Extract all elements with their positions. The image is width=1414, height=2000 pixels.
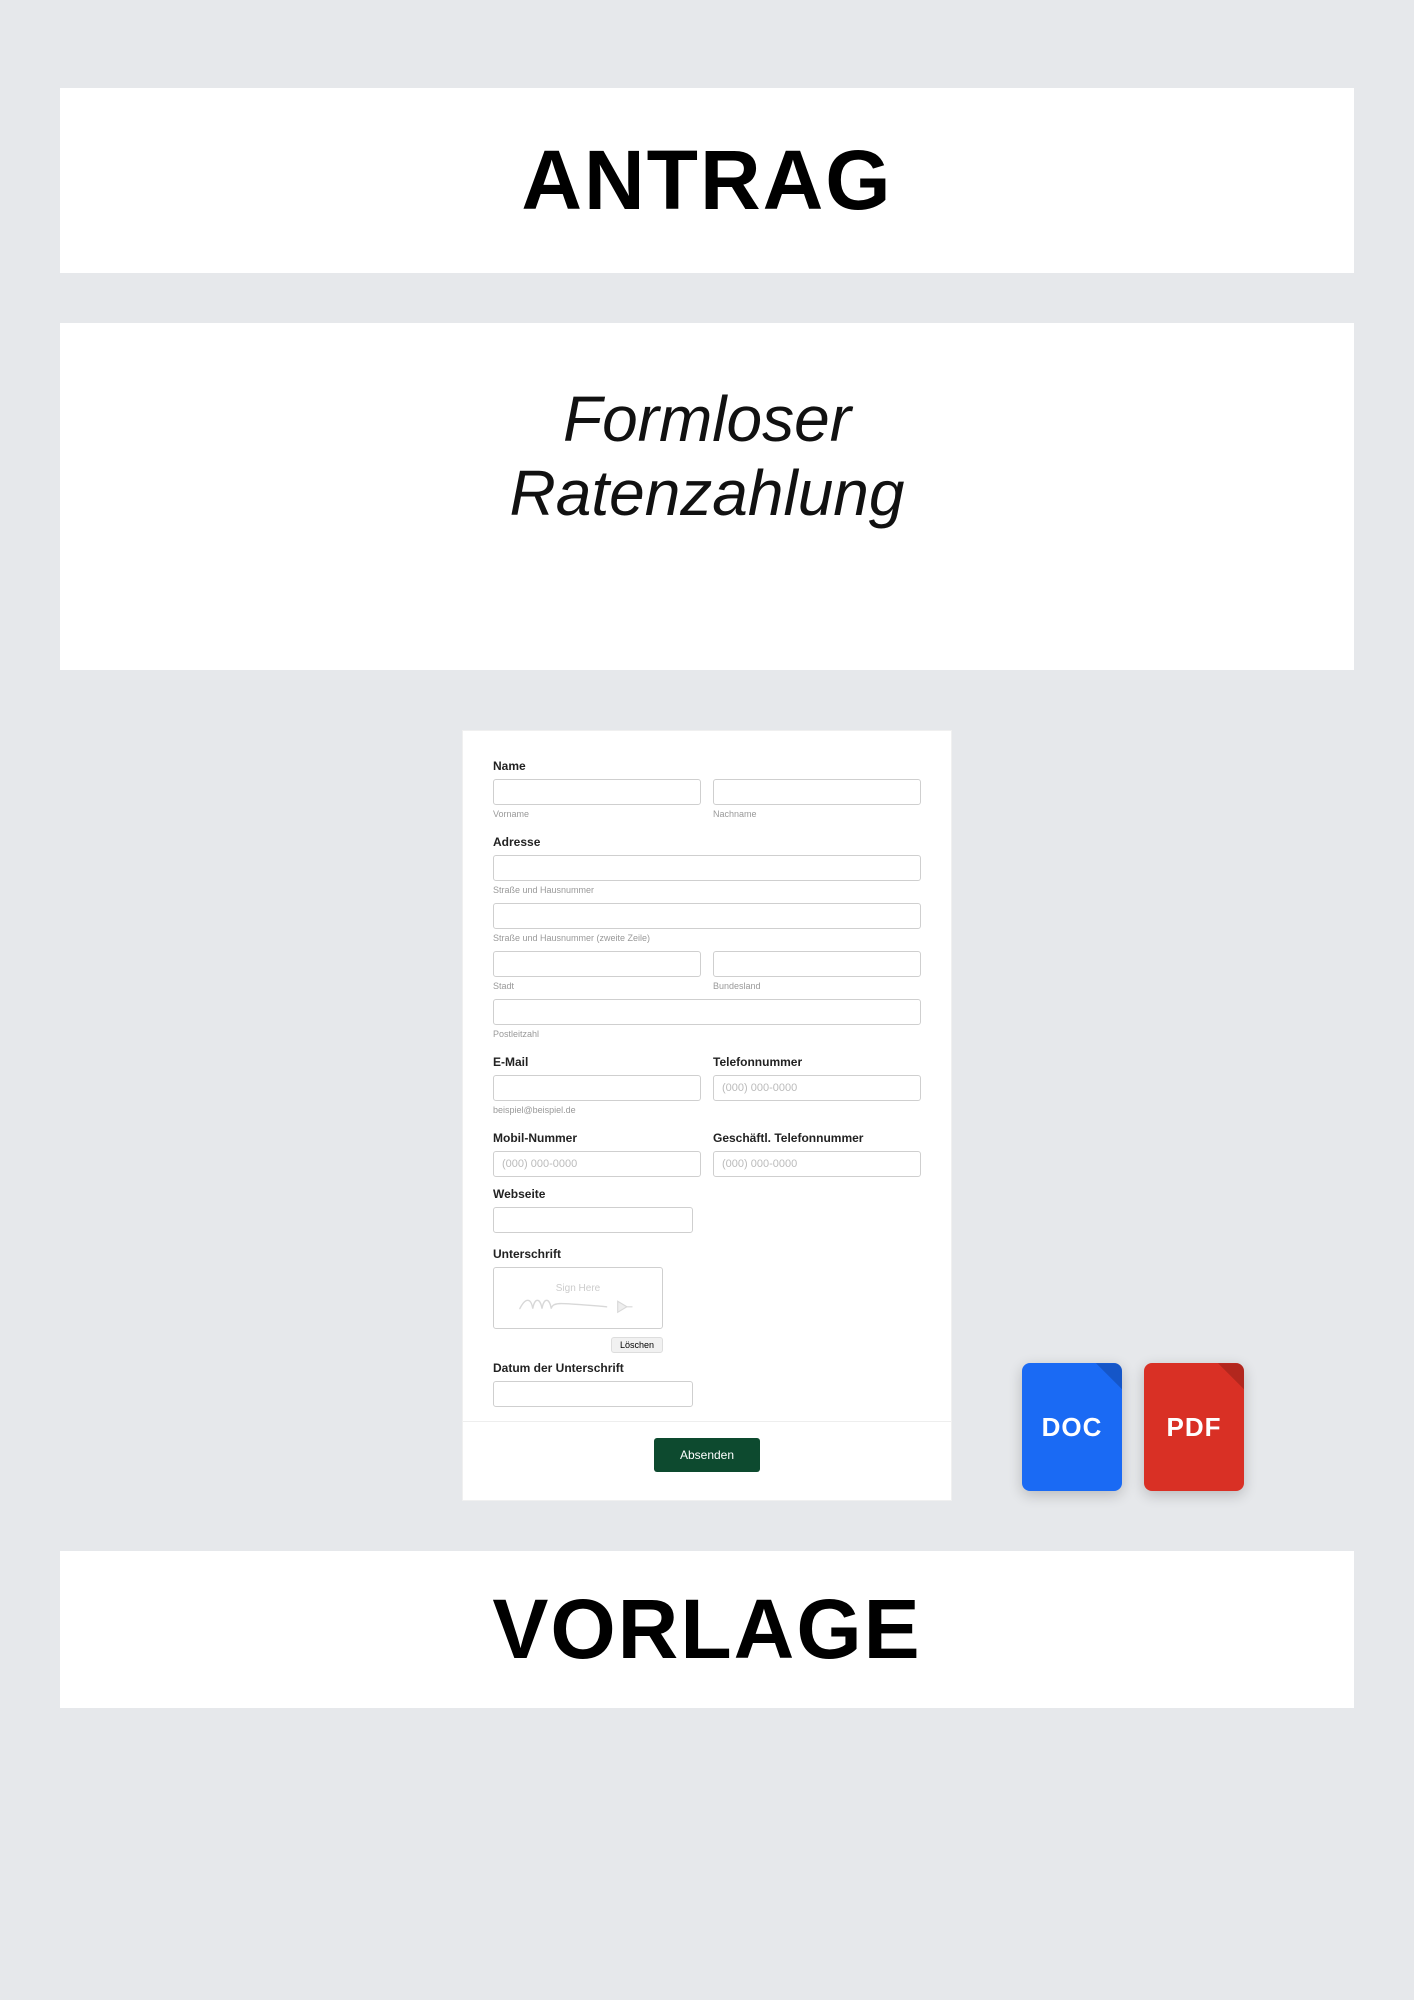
state-input[interactable]	[713, 951, 921, 977]
address-label: Adresse	[493, 835, 921, 849]
email-input[interactable]	[493, 1075, 701, 1101]
website-input[interactable]	[493, 1207, 693, 1233]
signature-label: Unterschrift	[493, 1247, 921, 1261]
zip-input[interactable]	[493, 999, 921, 1025]
sigdate-label: Datum der Unterschrift	[493, 1361, 921, 1375]
pdf-file-icon[interactable]: PDF	[1144, 1363, 1244, 1491]
page-fold-icon	[1218, 1363, 1244, 1389]
divider	[463, 1421, 951, 1422]
header-banner: ANTRAG	[60, 88, 1354, 273]
footer-banner: VORLAGE	[60, 1551, 1354, 1708]
signature-scribble-icon	[518, 1294, 638, 1314]
footer-title: VORLAGE	[80, 1581, 1334, 1678]
pdf-label: PDF	[1167, 1412, 1222, 1443]
last-name-input[interactable]	[713, 779, 921, 805]
first-name-input[interactable]	[493, 779, 701, 805]
email-hint: beispiel@beispiel.de	[493, 1105, 701, 1115]
state-hint: Bundesland	[713, 981, 921, 991]
clear-signature-button[interactable]: Löschen	[611, 1337, 663, 1353]
mobile-input[interactable]	[493, 1151, 701, 1177]
email-label: E-Mail	[493, 1055, 701, 1069]
subtitle-banner: Formloser Ratenzahlung	[60, 323, 1354, 670]
zip-hint: Postleitzahl	[493, 1029, 921, 1039]
website-label: Webseite	[493, 1187, 921, 1201]
file-icons-group: DOC PDF	[1022, 1363, 1244, 1491]
sigdate-input[interactable]	[493, 1381, 693, 1407]
page-fold-icon	[1096, 1363, 1122, 1389]
form-card: Name Vorname Nachname Adresse Straße und…	[462, 730, 952, 1501]
first-name-hint: Vorname	[493, 809, 701, 819]
doc-label: DOC	[1042, 1412, 1103, 1443]
content-row: Name Vorname Nachname Adresse Straße und…	[60, 730, 1354, 1501]
doc-file-icon[interactable]: DOC	[1022, 1363, 1122, 1491]
workphone-input[interactable]	[713, 1151, 921, 1177]
phone-input[interactable]	[713, 1075, 921, 1101]
last-name-hint: Nachname	[713, 809, 921, 819]
subtitle-line-2: Ratenzahlung	[510, 457, 905, 529]
mobile-label: Mobil-Nummer	[493, 1131, 701, 1145]
phone-label: Telefonnummer	[713, 1055, 921, 1069]
subtitle-line-1: Formloser	[563, 383, 851, 455]
street2-hint: Straße und Hausnummer (zweite Zeile)	[493, 933, 921, 943]
city-hint: Stadt	[493, 981, 701, 991]
street-hint: Straße und Hausnummer	[493, 885, 921, 895]
subtitle-text: Formloser Ratenzahlung	[100, 383, 1314, 530]
submit-button[interactable]: Absenden	[654, 1438, 760, 1472]
name-label: Name	[493, 759, 921, 773]
signature-pad[interactable]: Sign Here	[493, 1267, 663, 1329]
street-input[interactable]	[493, 855, 921, 881]
street2-input[interactable]	[493, 903, 921, 929]
workphone-label: Geschäftl. Telefonnummer	[713, 1131, 921, 1145]
city-input[interactable]	[493, 951, 701, 977]
page-title: ANTRAG	[80, 132, 1334, 229]
